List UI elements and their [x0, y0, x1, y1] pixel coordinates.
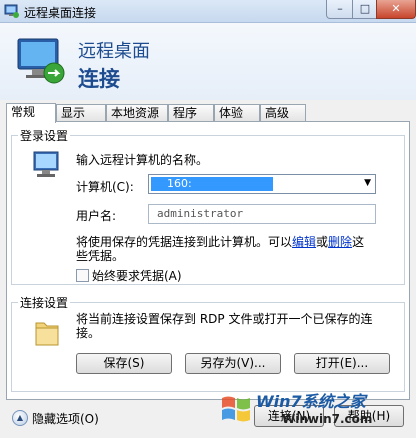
connection-settings-legend: 连接设置 [18, 294, 71, 311]
always-ask-checkbox[interactable] [76, 269, 89, 282]
chevron-up-icon[interactable]: ▲ [12, 410, 28, 426]
banner-title-line1: 远程桌面 [78, 41, 150, 62]
minimize-button[interactable]: – [326, 0, 354, 19]
edit-link[interactable]: 编辑 [292, 235, 316, 249]
note-text-or: 或 [316, 235, 329, 249]
open-button[interactable]: 打开(E)... [294, 353, 390, 374]
credentials-note: 将使用保存的凭据连接到此计算机。可以编辑或删除这些凭据。 [76, 235, 376, 263]
site-watermark: Win7系统之家 Winwin7.com [216, 384, 412, 434]
note-text-start: 将使用保存的凭据连接到此计算机。可以 [76, 235, 293, 249]
close-button[interactable]: ✕ [376, 0, 416, 19]
tab-advanced[interactable]: 高级 [260, 104, 306, 121]
computer-value: 160: [151, 177, 273, 191]
tab-general[interactable]: 常规 [6, 103, 56, 123]
watermark-url: Winwin7.com [282, 412, 373, 426]
tab-display[interactable]: 显示 [56, 104, 106, 121]
computer-combobox[interactable]: 160: ▼ [148, 174, 376, 194]
tab-local-resources[interactable]: 本地资源 [106, 104, 168, 121]
header-banner: 远程桌面 连接 [0, 23, 416, 100]
computer-hint: 输入远程计算机的名称。 [76, 153, 209, 167]
remote-desktop-icon [4, 4, 19, 18]
username-label: 用户名: [76, 209, 117, 223]
login-settings-legend: 登录设置 [18, 127, 71, 144]
delete-link[interactable]: 删除 [328, 235, 352, 249]
banner-title-line2: 连接 [78, 67, 120, 91]
connection-settings-group: 连接设置 将当前连接设置保存到 RDP 文件或打开一个已保存的连接。 保存(S)… [11, 294, 405, 392]
general-panel: 登录设置 输入远程计算机的名称。 计算机(C): 160: ▼ 用户名: adm… [6, 121, 410, 400]
window-title: 远程桌面连接 [24, 6, 97, 20]
watermark-text: Win7系统之家 [256, 392, 366, 411]
title-bar[interactable]: 远程桌面连接 – □ ✕ [0, 0, 416, 23]
computer-label: 计算机(C): [76, 180, 134, 194]
rdp-window: 远程桌面连接 – □ ✕ 远程桌面 连接 常规 显示 本地资源 程序 体验 高级… [0, 0, 416, 438]
monitor-icon [17, 38, 65, 84]
tab-programs[interactable]: 程序 [168, 104, 214, 121]
folder-icon [35, 322, 59, 346]
tab-experience[interactable]: 体验 [214, 104, 260, 121]
connection-hint: 将当前连接设置保存到 RDP 文件或打开一个已保存的连接。 [76, 312, 373, 340]
chevron-down-icon[interactable]: ▼ [364, 178, 371, 188]
computer-icon [33, 151, 59, 177]
maximize-button[interactable]: □ [352, 0, 378, 19]
username-field[interactable]: administrator [148, 204, 376, 224]
windows-logo-icon [222, 396, 250, 422]
hide-options-label[interactable]: 隐藏选项(O) [32, 410, 99, 427]
save-as-button[interactable]: 另存为(V)... [185, 353, 281, 374]
always-ask-label[interactable]: 始终要求凭据(A) [92, 267, 182, 284]
login-settings-group: 登录设置 输入远程计算机的名称。 计算机(C): 160: ▼ 用户名: adm… [11, 127, 405, 285]
save-button[interactable]: 保存(S) [76, 353, 172, 374]
